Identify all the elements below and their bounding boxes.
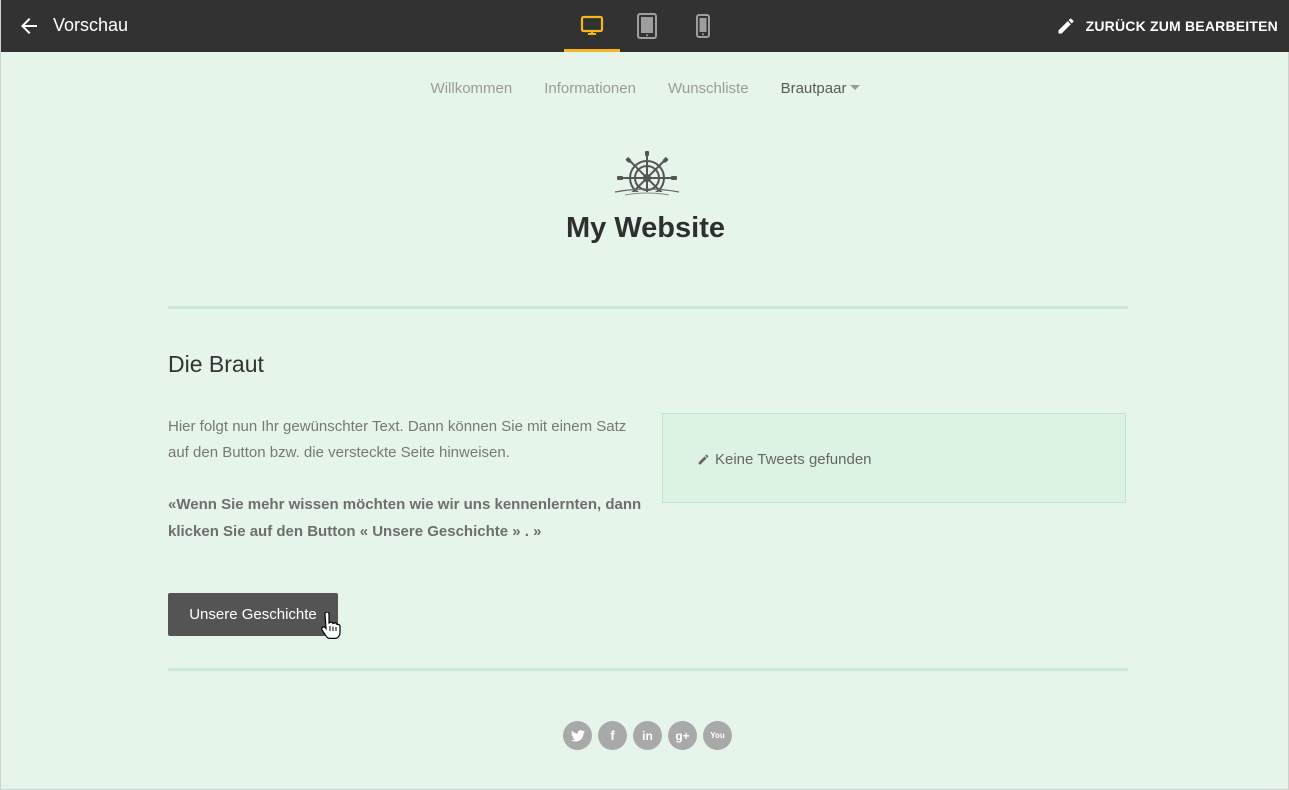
site-title: My Website <box>565 212 725 244</box>
google-plus-icon[interactable]: g+ <box>668 721 697 750</box>
tweets-empty-text: Keine Tweets gefunden <box>715 451 872 468</box>
nav-item-willkommen[interactable]: Willkommen <box>431 80 513 97</box>
section-quote: «Wenn Sie mehr wissen möchten wie wir un… <box>168 496 642 540</box>
tweets-empty-message: Keine Tweets gefunden <box>697 451 872 468</box>
youtube-icon[interactable]: You <box>703 721 732 750</box>
nav-item-brautpaar-label: Brautpaar <box>780 80 847 97</box>
back-arrow-icon[interactable] <box>17 14 41 38</box>
ship-wheel-logo <box>611 148 683 200</box>
caret-down-icon <box>850 84 861 90</box>
back-to-edit-button[interactable]: ZURÜCK ZUM BEARBEITEN <box>1056 0 1278 52</box>
section-divider-top <box>168 306 1128 309</box>
phone-view-button[interactable] <box>675 0 731 52</box>
desktop-icon <box>580 15 604 35</box>
site-navigation: Willkommen Informationen Wunschliste Bra… <box>1 80 1289 97</box>
preview-title: Vorschau <box>53 15 129 35</box>
tablet-view-button[interactable] <box>619 0 675 52</box>
preview-toolbar: Vorschau ZURÜCK ZUM BEARBEITEN <box>1 0 1289 52</box>
section-divider-bottom <box>168 668 1128 671</box>
twitter-icon[interactable] <box>563 721 592 750</box>
pencil-icon <box>1058 18 1074 34</box>
linkedin-icon[interactable]: in <box>633 721 662 750</box>
facebook-icon[interactable]: f <box>598 721 627 750</box>
tablet-icon <box>637 13 657 39</box>
our-story-button[interactable]: Unsere Geschichte <box>168 593 338 636</box>
section-heading: Die Braut <box>168 351 264 377</box>
nav-item-wunschliste[interactable]: Wunschliste <box>668 80 749 97</box>
section-paragraph: Hier folgt nun Ihr gewünschter Text. Dan… <box>168 418 627 461</box>
social-links: f in g+ You <box>563 721 732 750</box>
tweets-widget: Keine Tweets gefunden <box>662 413 1126 503</box>
hand-pointer-icon <box>319 611 341 640</box>
phone-icon <box>696 14 710 38</box>
desktop-view-button[interactable] <box>564 0 620 52</box>
nav-item-informationen[interactable]: Informationen <box>544 80 636 97</box>
pencil-icon <box>698 454 709 465</box>
nav-item-brautpaar[interactable]: Brautpaar <box>781 80 861 97</box>
back-to-edit-label: ZURÜCK ZUM BEARBEITEN <box>1085 18 1278 34</box>
